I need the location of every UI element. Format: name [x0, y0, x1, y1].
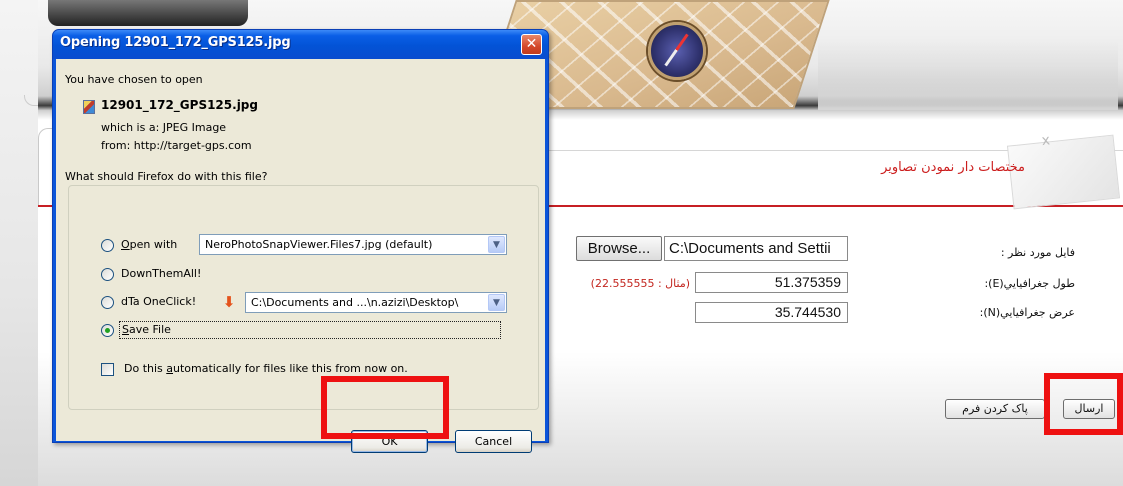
download-dialog: Opening 12901_172_GPS125.jpg ✕ You have … [52, 29, 549, 453]
open-with-label-text: pen with [129, 238, 178, 251]
save-file-label-text: ave File [128, 323, 171, 336]
chosen-text: You have chosen to open [65, 73, 203, 86]
open-with-app: NeroPhotoSnapViewer.Files7.jpg (default) [205, 238, 433, 251]
dta-path-select[interactable]: C:\Documents and ...\n.azizi\Desktop\ ▼ [245, 292, 507, 313]
save-file-radio[interactable] [101, 324, 114, 337]
dta-oneclick-label[interactable]: dTa OneClick! [121, 295, 196, 308]
action-question: What should Firefox do with this file? [65, 170, 268, 183]
dta-oneclick-radio[interactable] [101, 296, 114, 309]
open-with-accesskey: O [121, 238, 130, 251]
auto-action-label[interactable]: Do this automatically for files like thi… [124, 362, 408, 375]
reset-form-button[interactable]: پاک کردن فرم [945, 399, 1045, 419]
latitude-input[interactable]: 35.744530 [695, 302, 848, 323]
dialog-titlebar[interactable]: Opening 12901_172_GPS125.jpg ✕ [53, 30, 548, 59]
longitude-input[interactable]: 51.375359 [695, 272, 848, 293]
dta-path: C:\Documents and ...\n.azizi\Desktop\ [251, 296, 459, 309]
open-with-radio[interactable] [101, 239, 114, 252]
downthemall-radio[interactable] [101, 268, 114, 281]
city-graphic [818, 40, 1118, 110]
jpeg-file-icon [83, 100, 95, 114]
file-path-input[interactable]: C:\Documents and Settii [664, 236, 848, 261]
open-with-select[interactable]: NeroPhotoSnapViewer.Files7.jpg (default)… [199, 234, 507, 255]
auto-label-accesskey: a [166, 362, 174, 375]
cancel-button[interactable]: Cancel [455, 430, 532, 453]
dialog-title: Opening 12901_172_GPS125.jpg [60, 35, 291, 50]
auto-label-end: utomatically for files like this from no… [173, 362, 408, 375]
open-with-label[interactable]: Open with [121, 238, 177, 251]
dialog-body: You have chosen to open 12901_172_GPS125… [56, 59, 545, 453]
longitude-example: (مثال : 22.555555) [590, 277, 690, 290]
focus-ring [119, 321, 501, 339]
section-title: مختصات دار نمودن تصاوير [881, 160, 1025, 175]
submit-highlight-box [1044, 373, 1123, 435]
file-name: 12901_172_GPS125.jpg [101, 98, 258, 112]
downthemall-label[interactable]: DownThemAll! [121, 267, 201, 280]
gps-device-graphic [48, 0, 248, 26]
save-file-accesskey: S [122, 323, 129, 336]
file-type: which is a: JPEG Image [101, 121, 227, 134]
close-icon[interactable]: ✕ [521, 34, 542, 55]
compass-icon [648, 22, 706, 80]
page-side-band [0, 0, 39, 486]
latitude-label: عرض جغرافيايي(N): [979, 306, 1075, 319]
chevron-down-icon[interactable]: ▼ [488, 236, 505, 253]
longitude-label: طول جغرافيايي(E): [984, 277, 1075, 290]
ok-highlight-box [321, 376, 449, 439]
auto-label-start: Do this [124, 362, 167, 375]
download-arrow-icon: ⬇ [222, 293, 236, 311]
file-label: فايل مورد نظر : [1000, 246, 1075, 259]
browse-button[interactable]: Browse... [576, 236, 662, 261]
file-source: from: http://target-gps.com [101, 139, 252, 152]
chevron-down-icon[interactable]: ▼ [488, 294, 505, 311]
auto-action-checkbox[interactable] [101, 363, 114, 376]
save-file-label[interactable]: Save File [122, 323, 171, 336]
